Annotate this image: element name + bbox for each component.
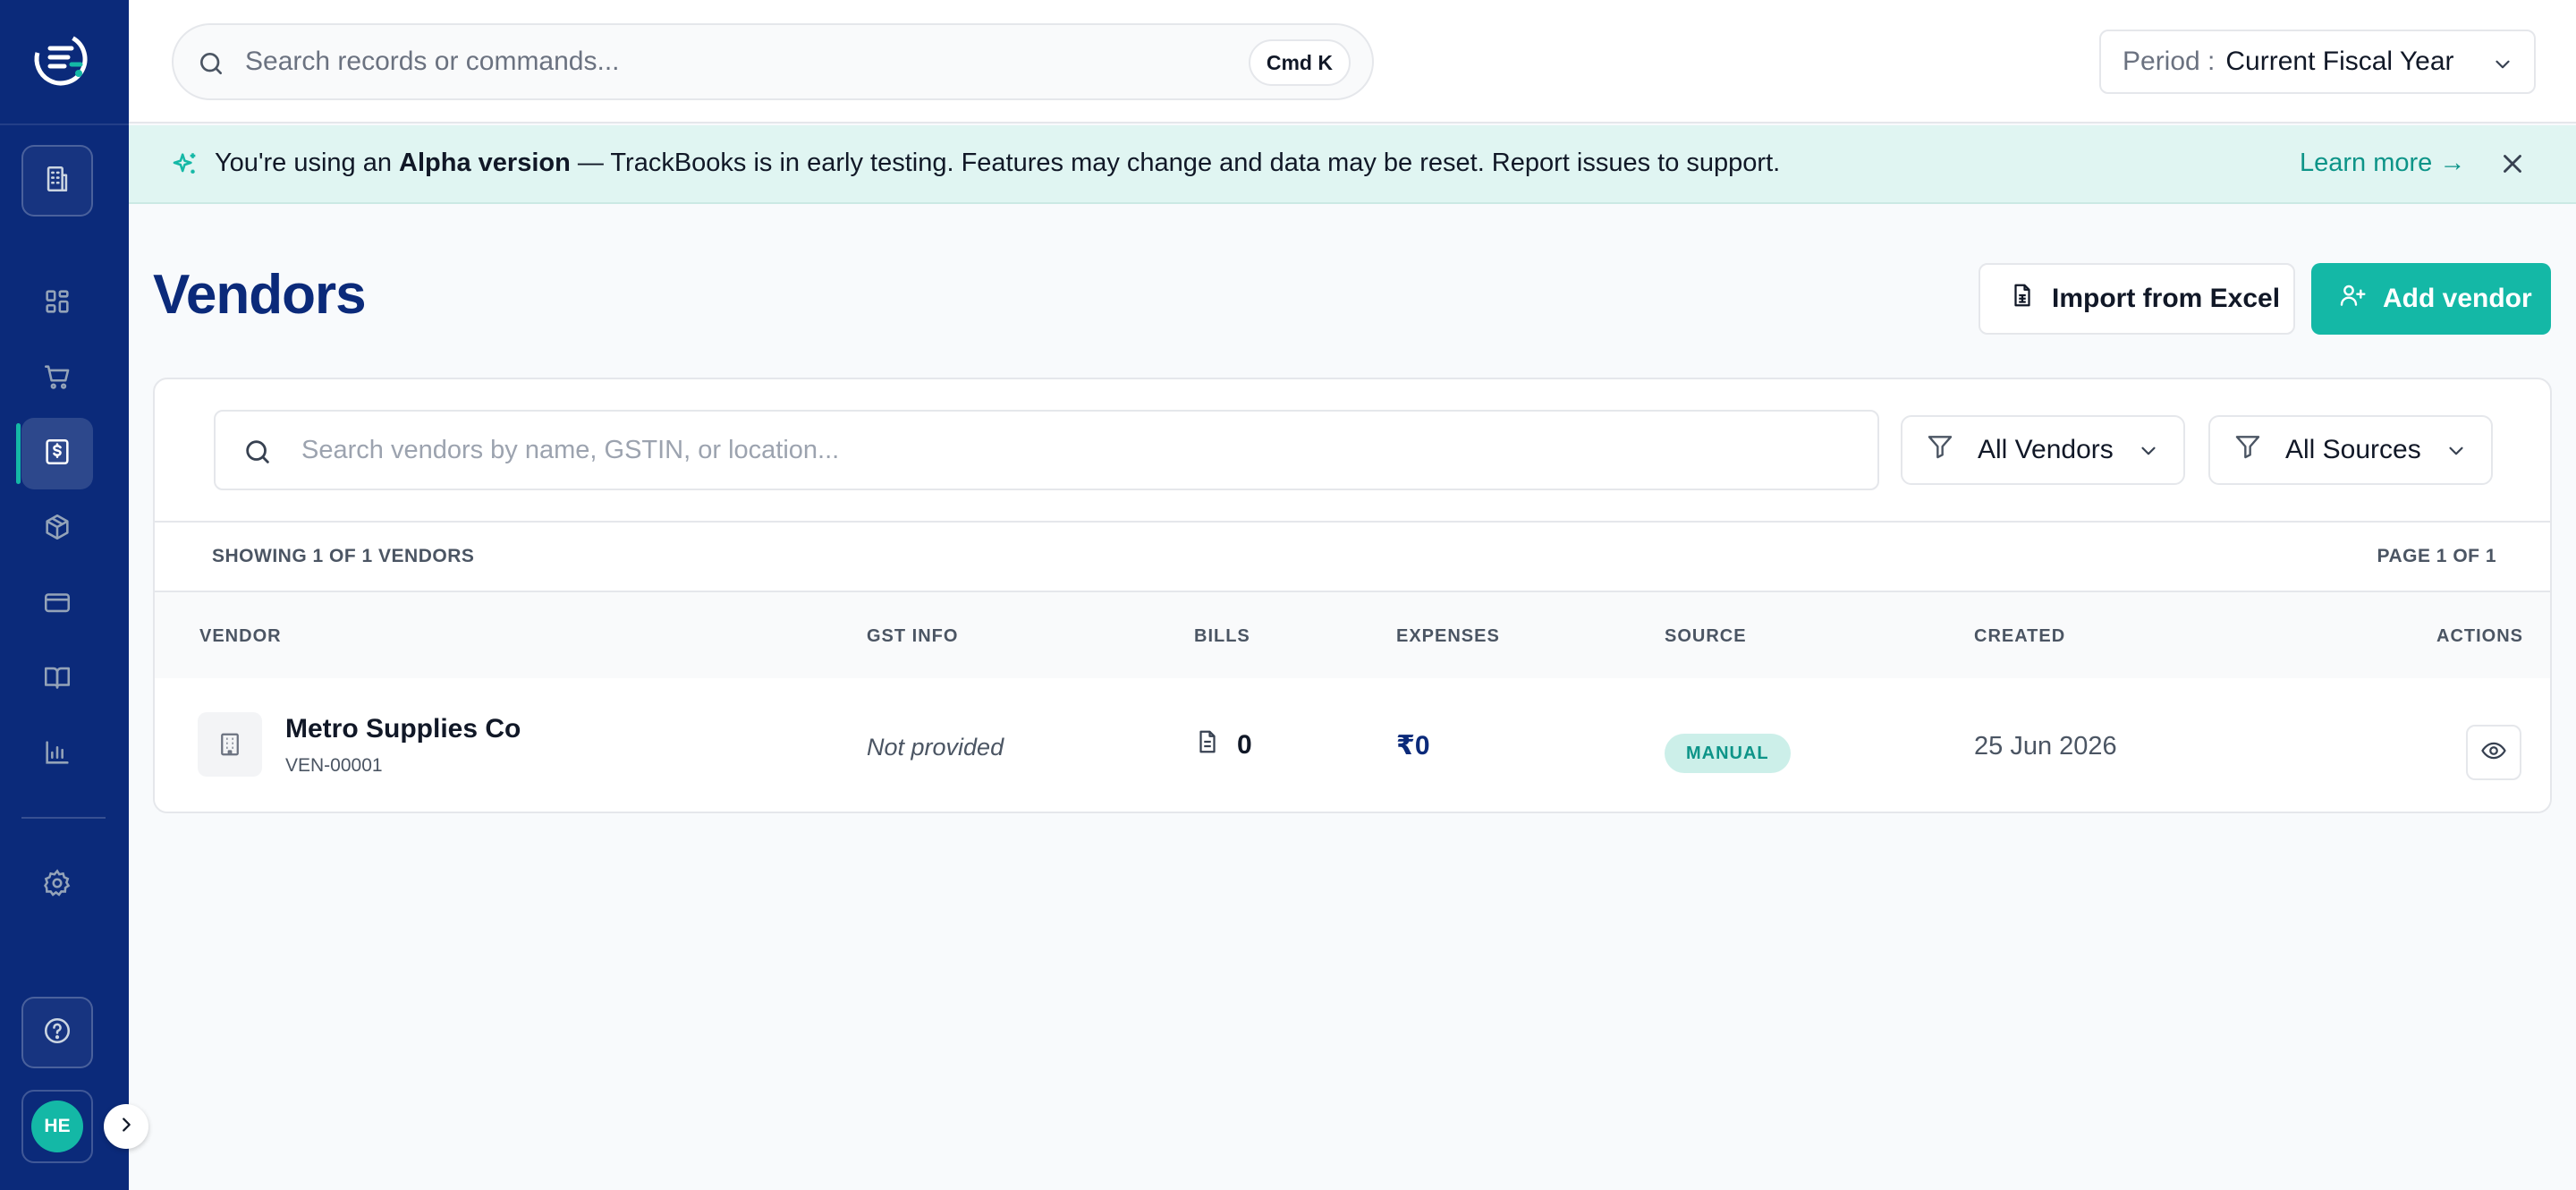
banner-message: You're using an Alpha version — TrackBoo… xyxy=(215,149,1781,177)
chevron-down-icon xyxy=(2491,53,2514,83)
gst-info: Not provided xyxy=(867,734,1004,761)
add-vendor-label: Add vendor xyxy=(2383,284,2532,313)
column-header-actions: ACTIONS xyxy=(2436,626,2523,646)
table-row[interactable]: Metro Supplies Co VEN-00001 Not provided… xyxy=(155,678,2550,812)
package-box-icon xyxy=(42,512,72,547)
page-title: Vendors xyxy=(153,264,367,326)
page-indicator: PAGE 1 OF 1 xyxy=(2377,546,2496,566)
sidebar-divider xyxy=(0,123,129,125)
created-date: 25 Jun 2026 xyxy=(1974,732,2117,761)
help-button[interactable] xyxy=(21,997,93,1068)
import-excel-label: Import from Excel xyxy=(2052,284,2281,313)
building-icon xyxy=(198,712,262,777)
document-icon xyxy=(1194,728,1221,762)
column-header-source[interactable]: SOURCE xyxy=(1665,626,1747,647)
receipt-dollar-icon xyxy=(42,437,72,472)
close-icon[interactable] xyxy=(2497,149,2528,183)
sidebar: HE xyxy=(0,0,148,1190)
add-user-icon xyxy=(2338,281,2367,317)
source-filter-value: All Sources xyxy=(2285,435,2421,464)
dashboard-grid-icon xyxy=(42,286,72,321)
help-circle-icon xyxy=(42,1016,72,1050)
column-header-bills[interactable]: BILLS xyxy=(1194,626,1250,647)
column-header-vendor[interactable]: VENDOR xyxy=(199,626,282,647)
search-icon xyxy=(197,49,225,82)
sidebar-item-sales[interactable] xyxy=(21,343,93,414)
expenses-value: ₹0 xyxy=(1396,731,1430,761)
gear-icon xyxy=(42,868,72,903)
period-value: Current Fiscal Year xyxy=(2225,47,2454,76)
spreadsheet-icon xyxy=(2009,282,2036,316)
shortcut-badge: Cmd K xyxy=(1248,39,1351,86)
source-badge: MANUAL xyxy=(1665,734,1791,773)
sidebar-item-inventory[interactable] xyxy=(21,493,93,565)
top-bar: Cmd K Period : Current Fiscal Year xyxy=(129,0,2576,123)
organization-button[interactable] xyxy=(21,145,93,217)
vendor-search-input[interactable] xyxy=(301,412,1822,489)
chevron-down-icon xyxy=(2445,439,2468,470)
bar-chart-icon xyxy=(42,737,72,772)
sidebar-item-settings[interactable] xyxy=(21,849,93,921)
vendor-code: VEN-00001 xyxy=(285,755,383,776)
bills-count: 0 xyxy=(1194,728,1252,762)
avatar[interactable]: HE xyxy=(31,1101,83,1152)
vendor-search[interactable] xyxy=(214,410,1879,490)
table-header: VENDOR GST INFO BILLS EXPENSES SOURCE CR… xyxy=(155,592,2550,678)
showing-count: SHOWING 1 OF 1 VENDORS xyxy=(212,546,475,566)
vendors-card: All Vendors All Sources SHOWING 1 OF 1 V… xyxy=(153,378,2552,813)
banner-highlight: Alpha version xyxy=(399,149,571,177)
column-header-gst-info[interactable]: GST INFO xyxy=(867,626,958,647)
trackbooks-logo-icon[interactable] xyxy=(30,29,91,89)
chevron-down-icon xyxy=(2137,439,2160,470)
building-icon xyxy=(42,164,72,199)
bills-value: 0 xyxy=(1237,730,1252,760)
vendor-filter-value: All Vendors xyxy=(1978,435,2114,464)
results-summary: SHOWING 1 OF 1 VENDORS PAGE 1 OF 1 xyxy=(155,521,2550,592)
shopping-cart-icon xyxy=(42,361,72,396)
sidebar-item-payments[interactable] xyxy=(21,568,93,640)
chevron-right-icon xyxy=(116,1115,136,1139)
column-header-created[interactable]: CREATED xyxy=(1974,626,2065,647)
global-search-input[interactable] xyxy=(245,25,1229,98)
credit-card-icon xyxy=(42,587,72,622)
vendor-filter-dropdown[interactable]: All Vendors xyxy=(1901,415,2185,485)
alpha-banner: You're using an Alpha version — TrackBoo… xyxy=(129,125,2576,204)
import-excel-button[interactable]: Import from Excel xyxy=(1979,263,2295,335)
sidebar-divider xyxy=(21,817,106,819)
expand-sidebar-button[interactable] xyxy=(104,1104,148,1149)
sidebar-item-dashboard[interactable] xyxy=(21,268,93,339)
view-vendor-button[interactable] xyxy=(2466,725,2521,780)
book-open-icon xyxy=(42,662,72,697)
vendor-name[interactable]: Metro Supplies Co xyxy=(285,714,521,744)
period-select[interactable]: Period : Current Fiscal Year xyxy=(2099,30,2536,94)
filter-icon xyxy=(1926,432,1954,468)
learn-more-link[interactable]: Learn more → xyxy=(2300,149,2465,178)
sparkle-icon xyxy=(170,149,200,184)
filter-icon xyxy=(2233,432,2262,468)
period-label: Period : xyxy=(2123,47,2216,76)
sidebar-item-accounting[interactable] xyxy=(21,643,93,715)
sidebar-item-purchases[interactable] xyxy=(16,418,93,489)
search-icon xyxy=(242,437,273,472)
add-vendor-button[interactable]: Add vendor xyxy=(2311,263,2551,335)
eye-icon xyxy=(2480,737,2507,769)
source-filter-dropdown[interactable]: All Sources xyxy=(2208,415,2493,485)
column-header-expenses[interactable]: EXPENSES xyxy=(1396,626,1500,647)
sidebar-item-reports[interactable] xyxy=(21,718,93,790)
global-search[interactable]: Cmd K xyxy=(172,23,1374,100)
